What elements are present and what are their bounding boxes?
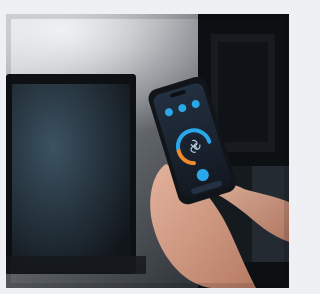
photo-scene [6, 14, 289, 288]
television [6, 74, 146, 274]
image-frame [0, 0, 295, 294]
photo [6, 14, 289, 288]
